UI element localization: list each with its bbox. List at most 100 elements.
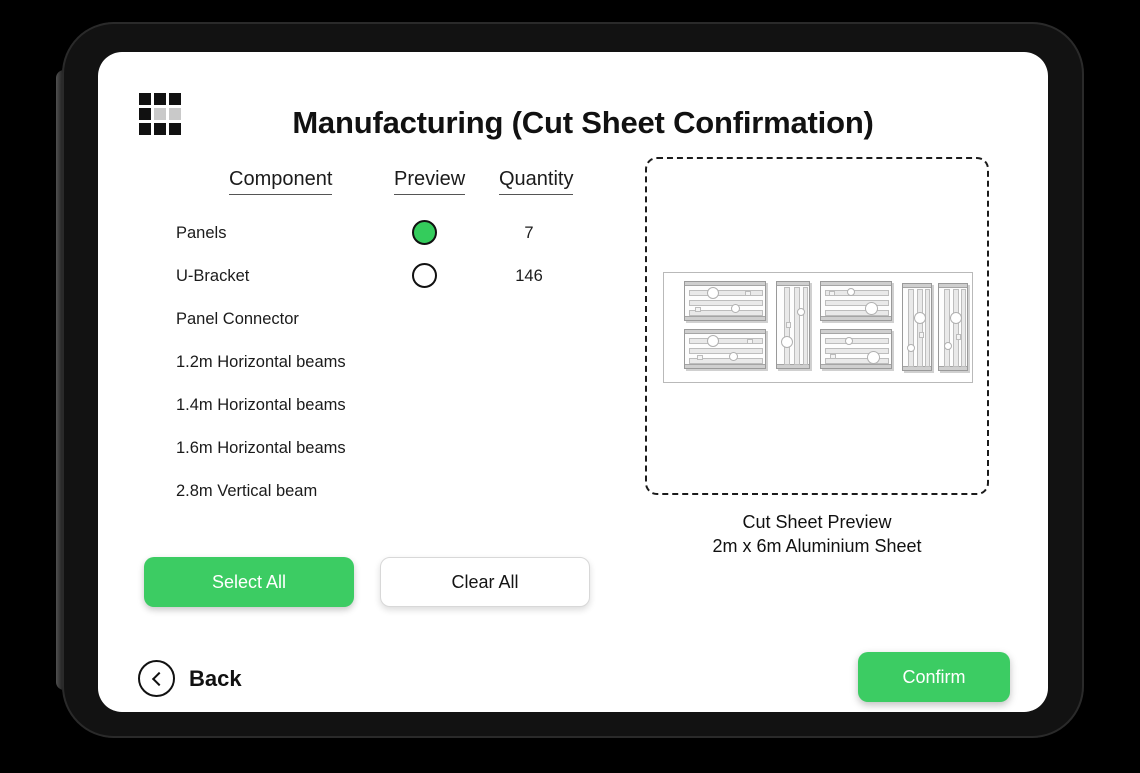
part-edge [685,282,765,286]
part-rib [908,289,914,367]
table-row[interactable]: 1.4m Horizontal beams [144,392,594,435]
part-rib [689,290,763,296]
part-rib [953,289,959,367]
screenshot-root: Manufacturing (Cut Sheet Confirmation) C… [0,0,1140,773]
back-button-label: Back [189,665,242,691]
part-hole [797,308,805,316]
nested-part [820,281,892,321]
radio-button-unselected[interactable] [412,263,437,288]
part-rib [925,289,930,367]
nesting-layout [664,273,972,382]
part-hole [707,287,719,299]
nested-part [902,283,932,371]
tablet-screen: Manufacturing (Cut Sheet Confirmation) C… [98,52,1048,712]
page-title: Manufacturing (Cut Sheet Confirmation) [292,105,874,140]
column-header-quantity: Quantity [499,168,574,195]
confirm-button[interactable]: Confirm [858,652,1010,702]
part-notch [697,355,703,360]
nested-part [938,283,968,371]
part-hole [907,344,915,352]
part-edge [685,316,765,320]
table-row[interactable]: U-Bracket 146 [144,263,594,306]
part-edge [903,284,931,288]
part-hole [944,342,952,350]
cut-sheet-preview-panel: Cut Sheet Preview 2m x 6m Aluminium Shee… [622,157,1012,559]
part-rib [803,287,808,365]
column-header-preview: Preview [394,168,466,195]
part-hole [847,288,855,296]
nested-part [776,281,810,369]
part-hole [731,304,740,313]
component-name: 1.6m Horizontal beams [176,439,346,457]
part-hole [867,351,880,364]
component-name: Panel Connector [176,310,299,328]
bulk-actions: Select All Clear All [144,557,590,607]
preview-toggle[interactable] [412,220,442,250]
preview-caption-line-1: Cut Sheet Preview [742,512,892,532]
part-hole [914,312,926,324]
radio-button-selected[interactable] [412,220,437,245]
component-name: 1.4m Horizontal beams [176,396,346,414]
part-rib [917,289,923,367]
back-button[interactable]: Back [138,660,242,697]
part-notch [919,332,924,338]
component-name: Panels [176,224,227,242]
table-row[interactable]: 1.2m Horizontal beams [144,349,594,392]
part-rib [825,300,889,306]
preview-caption: Cut Sheet Preview 2m x 6m Aluminium Shee… [622,510,1012,559]
table-body: Panels 7 U-Bracket 146 Panel Connector 1… [144,220,594,521]
select-all-button[interactable]: Select All [144,557,354,607]
table-row[interactable]: 1.6m Horizontal beams [144,435,594,478]
part-edge [685,364,765,368]
table-header-row: Component Preview Quantity [144,168,594,204]
part-notch [830,354,836,359]
part-edge [821,282,891,286]
nested-part [820,329,892,369]
part-edge [685,330,765,334]
component-quantity: 7 [524,224,534,242]
preview-toggle[interactable] [412,263,442,293]
clear-all-button[interactable]: Clear All [380,557,590,607]
footer: Back Confirm [98,652,1048,712]
grid-cell [154,93,166,105]
part-edge [777,282,809,286]
part-rib [689,348,763,354]
components-table: Component Preview Quantity Panels 7 U-Br… [144,168,594,521]
grid-cell [169,93,181,105]
table-row[interactable]: 2.8m Vertical beam [144,478,594,521]
part-hole [950,312,962,324]
component-name: U-Bracket [176,267,250,285]
part-rib [825,338,889,344]
component-quantity: 146 [515,267,543,285]
part-hole [865,302,878,315]
column-header-component: Component [229,168,333,195]
nested-part [684,329,766,369]
table-row[interactable]: Panels 7 [144,220,594,263]
chevron-left-icon [151,671,166,686]
part-notch [956,334,961,340]
part-rib [689,300,763,306]
part-hole [845,337,853,345]
cut-sheet-dropzone [645,157,989,495]
app-header: Manufacturing (Cut Sheet Confirmation) [98,52,1048,144]
part-notch [745,291,751,296]
part-hole [781,336,793,348]
grid-cell [139,93,151,105]
part-edge [821,364,891,368]
part-hole [707,335,719,347]
preview-caption-line-2: 2m x 6m Aluminium Sheet [712,536,922,557]
chevron-left-circle-icon [138,660,175,697]
part-notch [695,307,701,312]
table-row[interactable]: Panel Connector [144,306,594,349]
part-notch [829,291,835,296]
nested-part [684,281,766,321]
part-edge [821,330,891,334]
part-edge [821,316,891,320]
part-notch [786,322,791,328]
component-name: 2.8m Vertical beam [176,482,318,500]
part-rib [944,289,950,367]
part-rib [794,287,800,365]
part-hole [729,352,738,361]
part-notch [747,339,753,344]
part-rib [825,310,889,316]
